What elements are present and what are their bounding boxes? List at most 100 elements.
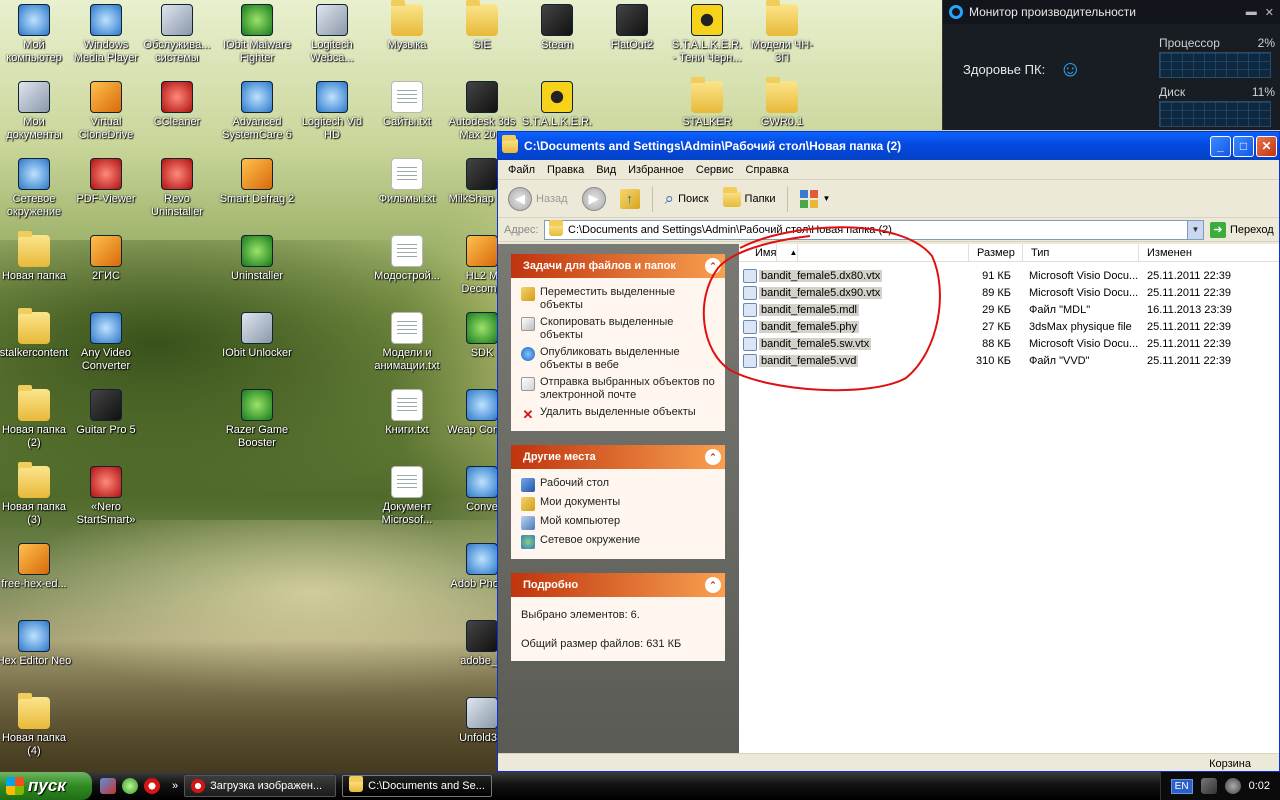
desktop-icon[interactable]: Модели и анимации.txt [369,312,445,373]
desktop-icon[interactable]: IObit Unlocker [219,312,295,360]
desktop-icon[interactable]: Мои документы [0,81,72,142]
hex-editor-icon [18,620,50,652]
views-button[interactable]: ▼ [796,184,834,214]
desktop-icon[interactable]: Any Video Converter [68,312,144,373]
desktop-icon[interactable]: CCleaner [139,81,215,129]
desktop-icon[interactable]: Книги.txt [369,389,445,437]
column-modified[interactable]: Изменен [1139,244,1275,262]
menu-edit[interactable]: Правка [541,164,590,176]
start-button[interactable]: пуск [0,772,92,800]
menu-view[interactable]: Вид [590,164,622,176]
place-computer[interactable]: Мой компьютер [521,513,717,532]
file-row[interactable]: bandit_female5.dx80.vtx 91 КБ Microsoft Vi… [739,267,1279,284]
desktop-icon[interactable]: Guitar Pro 5 [68,389,144,437]
address-input[interactable]: C:\Documents and Settings\Admin\Рабочий … [544,219,1204,240]
desktop-icon[interactable]: Revo Uninstaller [139,158,215,219]
desktop-icon[interactable]: Обслуживa... системы [139,4,215,65]
desktop-icon[interactable]: Logitech Vid HD [294,81,370,142]
collapse-chevron-icon[interactable]: ⌃ [705,449,721,465]
language-indicator[interactable]: EN [1170,778,1193,794]
quicklaunch-utorrent-icon[interactable] [122,778,138,794]
tasks-panel-header[interactable]: Задачи для файлов и папок ⌃ [511,254,725,278]
window-titlebar[interactable]: C:\Documents and Settings\Admin\Рабочий … [498,132,1279,160]
desktop-icon[interactable]: FlatOut2 [594,4,670,52]
task-publish[interactable]: Опубликовать выделенные объекты в вебе [521,344,717,374]
tray-app-icon[interactable] [1200,778,1217,794]
desktop-icon[interactable]: «Nero StartSmart» [68,466,144,527]
volume-icon[interactable] [1224,778,1241,794]
address-dropdown-icon[interactable]: ▼ [1187,220,1203,239]
forward-button[interactable]: ▶ [578,184,610,214]
perf-minimize-icon[interactable]: ▬ [1246,6,1257,19]
column-size[interactable]: Размер [969,243,1023,262]
desktop-icon[interactable]: Smart Defrag 2 [219,158,295,206]
taskbar-task-explorer[interactable]: C:\Documents and Se... [342,775,493,797]
desktop-icon[interactable]: Модострой... [369,235,445,283]
desktop-icon[interactable]: STALKER [669,77,745,129]
desktop-icon[interactable]: Новая папка (2) [0,385,72,450]
menu-help[interactable]: Справка [740,164,795,176]
place-desktop[interactable]: Рабочий стол [521,475,717,494]
desktop-icon[interactable]: 2ГИС [68,235,144,283]
file-row[interactable]: bandit_female5.phy 27 КБ 3dsMax physique f… [739,318,1279,335]
file-row[interactable]: bandit_female5.mdl 29 КБ Файл "MDL" 16.11.2… [739,301,1279,318]
menu-favorites[interactable]: Избранное [622,164,690,176]
details-panel-header[interactable]: Подробно ⌃ [511,573,725,597]
desktop-icon[interactable]: Новая папка [0,231,72,283]
desktop-icon[interactable]: Hex Editor Neo [0,620,72,668]
collapse-chevron-icon[interactable]: ⌃ [705,258,721,274]
desktop-icon[interactable]: PDF-Viewer [68,158,144,206]
place-network[interactable]: Сетевое окружение [521,532,717,551]
desktop-icon[interactable]: Virtual CloneDrive [68,81,144,142]
desktop-icon[interactable]: Новая папка (4) [0,693,72,758]
close-button[interactable]: ✕ [1256,135,1277,157]
go-button[interactable]: ➔ Переход [1210,221,1274,238]
quicklaunch-opera-icon[interactable] [144,778,160,794]
minimize-button[interactable]: _ [1210,135,1231,157]
desktop-icon[interactable]: Сайты.txt [369,81,445,129]
perf-close-icon[interactable]: ✕ [1265,6,1274,19]
desktop-icon[interactable]: Модели ЧН-ЗП [744,0,820,65]
task-move[interactable]: Переместить выделенные объекты [521,284,717,314]
back-button[interactable]: ◀ Назад [504,184,572,214]
desktop-icon[interactable]: Новая папка (3) [0,462,72,527]
desktop-icon[interactable]: S.T.A.L.K.E.R. [519,81,595,129]
desktop-icon[interactable]: Uninstaller [219,235,295,283]
file-row[interactable]: bandit_female5.sw.vtx 88 КБ Microsoft Visi… [739,335,1279,352]
task-email[interactable]: Отправка выбранных объектов по электронн… [521,374,717,404]
desktop-icon[interactable]: Документ Microsof... [369,466,445,527]
taskbar-task-browser[interactable]: Загрузка изображен... [184,775,337,797]
up-folder-button[interactable]: ↑ [616,184,644,214]
desktop-icon[interactable]: Мой компьютер [0,4,72,65]
desktop-icon[interactable]: GWR0.1 [744,77,820,129]
desktop-icon[interactable]: Сетевое окружение [0,158,72,219]
menu-file[interactable]: Файл [502,164,541,176]
quicklaunch-overflow-icon[interactable]: » [166,780,178,792]
quicklaunch-flag-icon[interactable] [100,778,116,794]
column-name[interactable]: Имя ▲ [739,243,969,262]
desktop-icon[interactable]: Steam [519,4,595,52]
menu-tools[interactable]: Сервис [690,164,740,176]
desktop-icon[interactable]: free-hex-ed... [0,543,72,591]
search-button[interactable]: ⌕ Поиск [661,184,713,214]
desktop-icon[interactable]: IObit Malware Fighter [219,4,295,65]
desktop-icon[interactable]: Фильмы.txt [369,158,445,206]
task-delete[interactable]: ✕ Удалить выделенные объекты [521,404,717,423]
task-copy[interactable]: Скопировать выделенные объекты [521,314,717,344]
folders-button[interactable]: Папки [719,184,780,214]
desktop-icon[interactable]: stalkercontent [0,308,72,360]
desktop-icon[interactable]: Logitech Webca... [294,4,370,65]
desktop-icon[interactable]: S.T.A.L.K.E.R. - Тени Черн... [669,4,745,65]
maximize-button[interactable]: □ [1233,135,1254,157]
place-documents[interactable]: Мои документы [521,494,717,513]
file-row[interactable]: bandit_female5.dx90.vtx 89 КБ Microsoft Vi… [739,284,1279,301]
desktop-icon[interactable]: Музыка [369,0,445,52]
collapse-chevron-icon[interactable]: ⌃ [705,577,721,593]
desktop-icon[interactable]: Advanced SystemCare 6 [219,81,295,142]
desktop-icon[interactable]: Razer Game Booster [219,389,295,450]
desktop-icon[interactable]: Windows Media Player [68,4,144,65]
file-row[interactable]: bandit_female5.vvd 310 КБ Файл "VVD" 25.11.… [739,352,1279,369]
places-panel-header[interactable]: Другие места ⌃ [511,445,725,469]
desktop-icon[interactable]: SIE [444,0,520,52]
column-type[interactable]: Тип [1023,243,1139,262]
